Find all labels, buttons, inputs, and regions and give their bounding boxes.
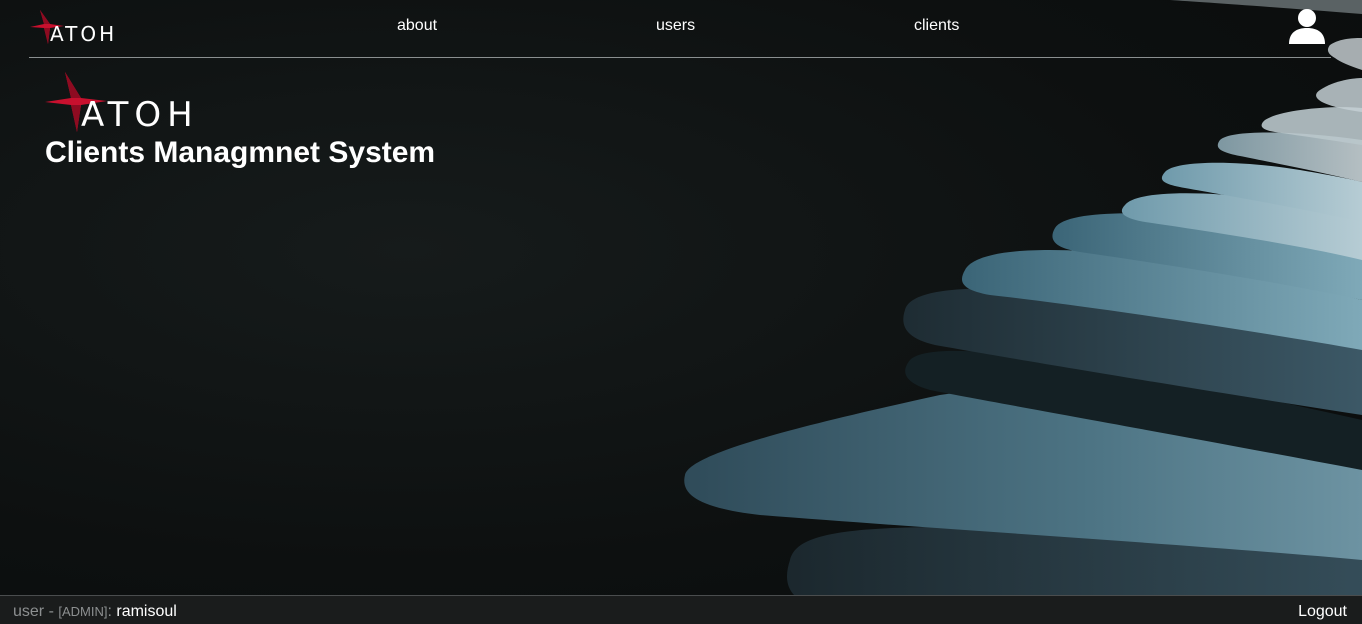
username: ramisoul bbox=[116, 603, 177, 620]
nav-link-about[interactable]: about bbox=[397, 17, 437, 35]
user-role-badge: [ADMIN] bbox=[58, 604, 108, 619]
nav-link-clients[interactable]: clients bbox=[914, 17, 959, 35]
logout-button[interactable]: Logout bbox=[1298, 603, 1347, 621]
top-navigation: ATOH about users clients bbox=[0, 0, 1362, 57]
nav-logo-text: ATOH bbox=[50, 22, 118, 46]
hero-logo: ATOH bbox=[45, 72, 235, 135]
nav-link-users[interactable]: users bbox=[656, 17, 695, 35]
page: ATOH about users clients ATOH Clients Ma… bbox=[0, 0, 1362, 624]
user-icon[interactable] bbox=[1288, 8, 1326, 46]
current-user-info: user - [ADMIN]: ramisoul bbox=[13, 603, 177, 621]
user-prefix: user - bbox=[13, 603, 59, 620]
profile-avatar-icon bbox=[1289, 9, 1325, 44]
nav-divider bbox=[29, 57, 1331, 58]
hero-logo-text: ATOH bbox=[81, 95, 199, 135]
page-title: Clients Managmnet System bbox=[45, 136, 436, 169]
status-bar: user - [ADMIN]: ramisoul Logout bbox=[0, 595, 1362, 624]
nav-logo[interactable]: ATOH bbox=[30, 10, 134, 46]
